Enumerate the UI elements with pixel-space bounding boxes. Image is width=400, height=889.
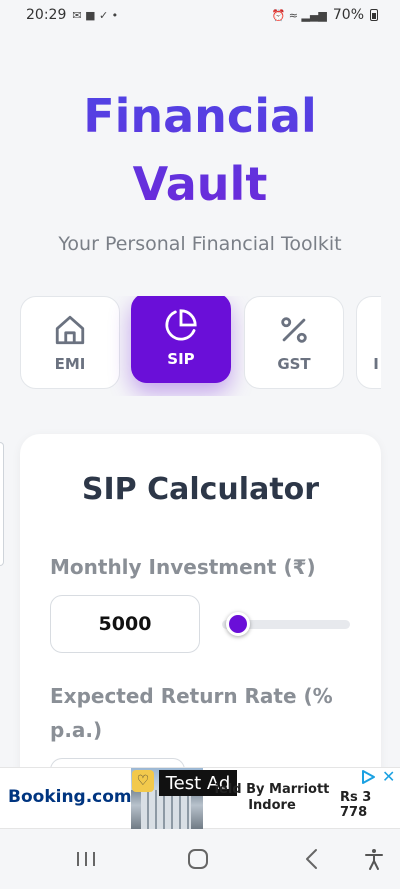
status-left: 20:29 ✉ ■ ✓ • bbox=[26, 7, 118, 23]
calculator-tab-bar[interactable]: EMI SIP GST I bbox=[20, 296, 381, 396]
ad-hotel-text: ield By Marriott Indore bbox=[214, 782, 330, 813]
ad-brand: Booking.com bbox=[8, 787, 132, 807]
tab-partial-label: I bbox=[373, 354, 379, 373]
card-title: SIP Calculator bbox=[81, 472, 320, 507]
system-nav-bar bbox=[0, 829, 400, 889]
back-icon bbox=[306, 849, 317, 869]
back-button[interactable] bbox=[282, 829, 342, 889]
tab-gst[interactable]: GST bbox=[244, 296, 344, 389]
signal-icons: ⏰ ≈ ▂▄▆ bbox=[271, 8, 327, 22]
tab-emi[interactable]: EMI bbox=[20, 296, 120, 389]
status-right: ⏰ ≈ ▂▄▆ 70% bbox=[272, 7, 378, 23]
ad-hotel-name: ield By Marriott Indore bbox=[208, 782, 336, 814]
monthly-investment-label: Monthly Investment (₹) bbox=[50, 555, 316, 579]
recent-apps-icon bbox=[77, 852, 95, 866]
battery-icon bbox=[370, 9, 378, 21]
app-title-text: Financial Vault bbox=[83, 89, 317, 211]
ad-choices-icon[interactable] bbox=[360, 769, 378, 787]
ad-close-icon[interactable]: ✕ bbox=[382, 767, 398, 786]
tab-partial[interactable]: I bbox=[356, 296, 381, 389]
slider-thumb[interactable] bbox=[226, 612, 250, 636]
tab-sip[interactable]: SIP bbox=[131, 296, 231, 383]
home-nav-icon bbox=[188, 849, 208, 869]
previous-card-edge bbox=[0, 442, 4, 566]
return-rate-label: Expected Return Rate (% p.a.) bbox=[50, 684, 333, 742]
home-button[interactable] bbox=[168, 829, 228, 889]
ad-price: Rs 3 778 bbox=[340, 790, 372, 820]
heart-icon[interactable]: ♡ bbox=[132, 770, 154, 792]
tab-emi-label: EMI bbox=[54, 354, 86, 373]
status-time: 20:29 bbox=[26, 7, 67, 23]
notification-icons: ✉ ■ ✓ • bbox=[72, 8, 119, 22]
monthly-investment-input[interactable]: 5000 bbox=[50, 595, 200, 653]
status-bar: 20:29 ✉ ■ ✓ • ⏰ ≈ ▂▄▆ 70% bbox=[0, 0, 400, 30]
home-icon bbox=[55, 315, 85, 344]
tab-sip-label: SIP bbox=[167, 350, 195, 368]
tab-gst-label: GST bbox=[277, 354, 311, 373]
pie-chart-icon bbox=[165, 309, 197, 341]
app-subtitle: Your Personal Financial Toolkit bbox=[58, 233, 342, 255]
accessibility-button[interactable] bbox=[344, 829, 400, 889]
recent-apps-button[interactable] bbox=[56, 829, 116, 889]
app-title: Financial Vault bbox=[0, 82, 400, 218]
accessibility-icon bbox=[365, 849, 383, 870]
percent-icon bbox=[281, 316, 307, 343]
battery-percent: 70% bbox=[332, 7, 364, 23]
